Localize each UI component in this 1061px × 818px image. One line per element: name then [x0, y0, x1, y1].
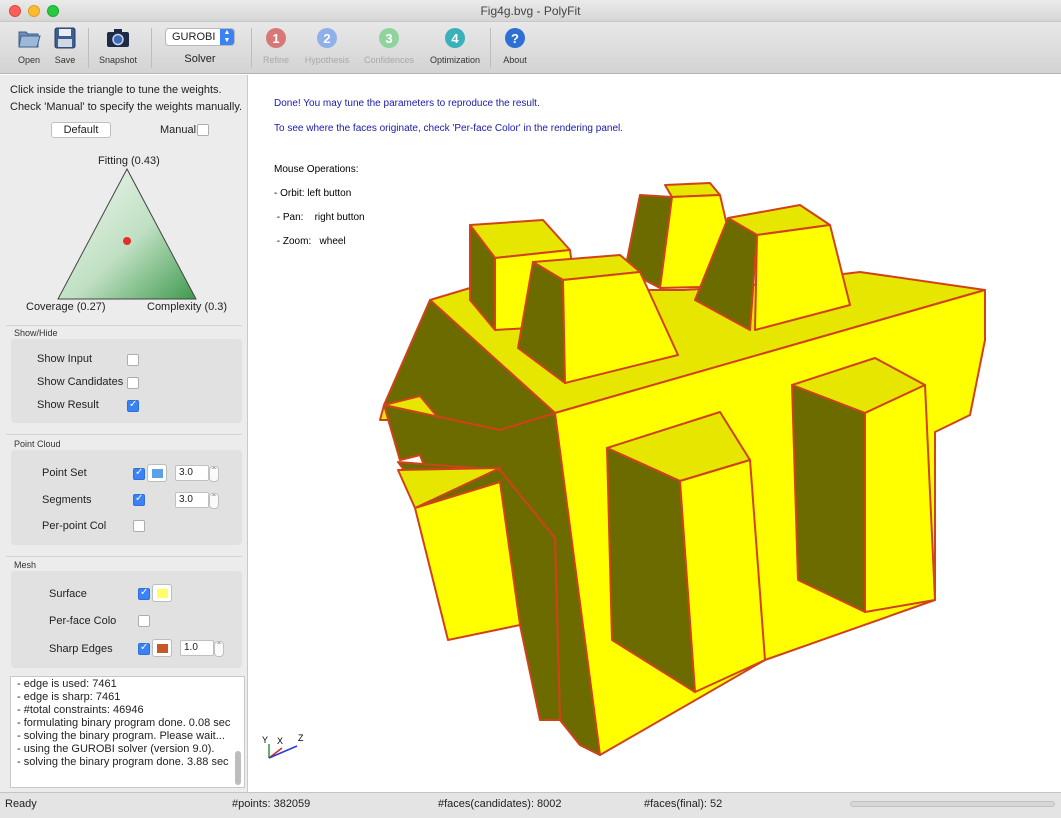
- status-faces-candidates: #faces(candidates): 8002: [438, 798, 562, 810]
- weights-triangle[interactable]: [56, 167, 198, 301]
- confidences-button[interactable]: 3 Confidences: [363, 26, 415, 65]
- toolbar: Open Save Snapshot GUROBI ▲ ▼ Solver 1 R…: [0, 22, 1061, 74]
- about-label: About: [503, 55, 527, 65]
- fitting-label: Fitting (0.43): [98, 155, 160, 167]
- axis-y-label: Y: [262, 735, 269, 745]
- log-line: - #total constraints: 46946: [17, 704, 144, 716]
- segments-label: Segments: [42, 494, 92, 506]
- manual-label: Manual: [160, 124, 197, 136]
- point-set-color-button[interactable]: [147, 464, 167, 482]
- weights-hint-1: Click inside the triangle to tune the we…: [10, 84, 222, 96]
- save-button[interactable]: Save: [39, 26, 91, 65]
- log-line: - edge is sharp: 7461: [17, 691, 121, 703]
- surface-color-button[interactable]: [152, 584, 172, 602]
- snapshot-button[interactable]: Snapshot: [92, 26, 144, 65]
- 3d-viewport[interactable]: Done! You may tune the parameters to rep…: [249, 75, 1061, 792]
- manual-checkbox[interactable]: [197, 124, 209, 136]
- sharp-edges-checkbox[interactable]: [138, 642, 150, 655]
- weights-hint-2: Check 'Manual' to specify the weights ma…: [10, 101, 243, 113]
- refine-button[interactable]: 1 Refine: [250, 26, 302, 65]
- surface-checkbox[interactable]: [138, 587, 150, 600]
- default-weights-button[interactable]: Default: [51, 122, 111, 138]
- sharp-edges-label: Sharp Edges: [49, 643, 113, 655]
- floppy-disk-icon: [52, 26, 78, 50]
- hypothesis-label: Hypothesis: [304, 55, 350, 65]
- snapshot-label: Snapshot: [98, 55, 138, 65]
- show-input-label: Show Input: [37, 353, 93, 365]
- select-arrows-icon: ▲ ▼: [220, 29, 234, 45]
- show-candidates-label: Show Candidates: [37, 376, 124, 388]
- log-line: - edge is used: 7461: [17, 678, 117, 690]
- point-set-checkbox[interactable]: [133, 467, 145, 480]
- per-point-color-label: Per-point Col: [42, 520, 107, 532]
- per-face-color-label: Per-face Colo: [49, 615, 117, 627]
- per-face-color-checkbox[interactable]: [138, 615, 150, 627]
- mesh-group: Surface Per-face Colo Sharp Edges 1.0: [11, 571, 242, 668]
- show-hide-title: Show/Hide: [14, 328, 58, 338]
- solver-label: Solver: [184, 53, 216, 65]
- step-4-icon: 4: [445, 28, 465, 48]
- per-point-color-checkbox[interactable]: [133, 520, 145, 532]
- reconstructed-mesh: [379, 182, 986, 756]
- show-result-label: Show Result: [37, 399, 99, 411]
- sharp-edges-color-button[interactable]: [152, 639, 172, 657]
- point-cloud-title: Point Cloud: [14, 439, 61, 449]
- optimization-button[interactable]: 4 Optimization: [429, 26, 481, 65]
- status-faces-final: #faces(final): 52: [644, 798, 723, 810]
- log-panel[interactable]: - edge is used: 7461 - edge is sharp: 74…: [10, 676, 245, 788]
- status-ready: Ready: [5, 798, 37, 810]
- solver-value: GUROBI: [172, 31, 216, 43]
- edge-width-spinbox[interactable]: 1.0: [180, 640, 224, 657]
- progress-bar: [850, 801, 1055, 807]
- point-set-label: Point Set: [42, 467, 87, 479]
- log-line: - using the GUROBI solver (version 9.0).: [17, 743, 215, 755]
- optimization-label: Optimization: [429, 55, 481, 65]
- mesh-title: Mesh: [14, 560, 37, 570]
- log-line: - solving the binary program done. 3.88 …: [17, 756, 229, 768]
- control-panel: Click inside the triangle to tune the we…: [0, 75, 248, 792]
- log-scrollbar[interactable]: [235, 751, 241, 785]
- divider: [6, 556, 242, 557]
- segments-size-spinbox[interactable]: 3.0: [175, 492, 219, 509]
- axis-x-label: X: [277, 736, 284, 746]
- axis-z-label: Z: [298, 733, 304, 743]
- about-button[interactable]: ? About: [489, 26, 541, 65]
- toolbar-separator: [151, 28, 152, 68]
- complexity-label: Complexity (0.3): [147, 301, 228, 313]
- show-input-checkbox[interactable]: [127, 354, 139, 366]
- question-mark-icon: ?: [505, 28, 525, 48]
- toolbar-separator: [88, 28, 89, 68]
- surface-label: Surface: [49, 588, 87, 600]
- refine-label: Refine: [262, 55, 289, 65]
- hypothesis-button[interactable]: 2 Hypothesis: [301, 26, 353, 65]
- step-2-icon: 2: [317, 28, 337, 48]
- show-hide-group: Show Input Show Candidates Show Result: [11, 339, 242, 423]
- step-1-icon: 1: [266, 28, 286, 48]
- log-line: - solving the binary program. Please wai…: [17, 730, 225, 742]
- confidences-label: Confidences: [363, 55, 415, 65]
- divider: [6, 325, 242, 326]
- point-size-spinbox[interactable]: 3.0: [175, 465, 219, 482]
- window-title: Fig4g.bvg - PolyFit: [480, 4, 581, 18]
- step-3-icon: 3: [379, 28, 399, 48]
- point-cloud-group: Point Set 3.0 Segments 3.0 Per-point Col: [11, 450, 242, 545]
- weights-marker[interactable]: [123, 237, 131, 245]
- log-line: - formulating binary program done. 0.08 …: [17, 717, 231, 729]
- coverage-label: Coverage (0.27): [26, 301, 106, 313]
- divider: [6, 434, 242, 435]
- show-candidates-checkbox[interactable]: [127, 377, 139, 389]
- title-bar: Fig4g.bvg - PolyFit: [0, 0, 1061, 22]
- status-points: #points: 382059: [232, 798, 311, 810]
- segments-checkbox[interactable]: [133, 493, 145, 506]
- status-bar: Ready #points: 382059 #faces(candidates)…: [0, 792, 1061, 818]
- solver-select[interactable]: GUROBI ▲ ▼: [165, 28, 235, 46]
- save-label: Save: [54, 55, 76, 65]
- camera-icon: [105, 26, 131, 50]
- show-result-checkbox[interactable]: [127, 399, 139, 412]
